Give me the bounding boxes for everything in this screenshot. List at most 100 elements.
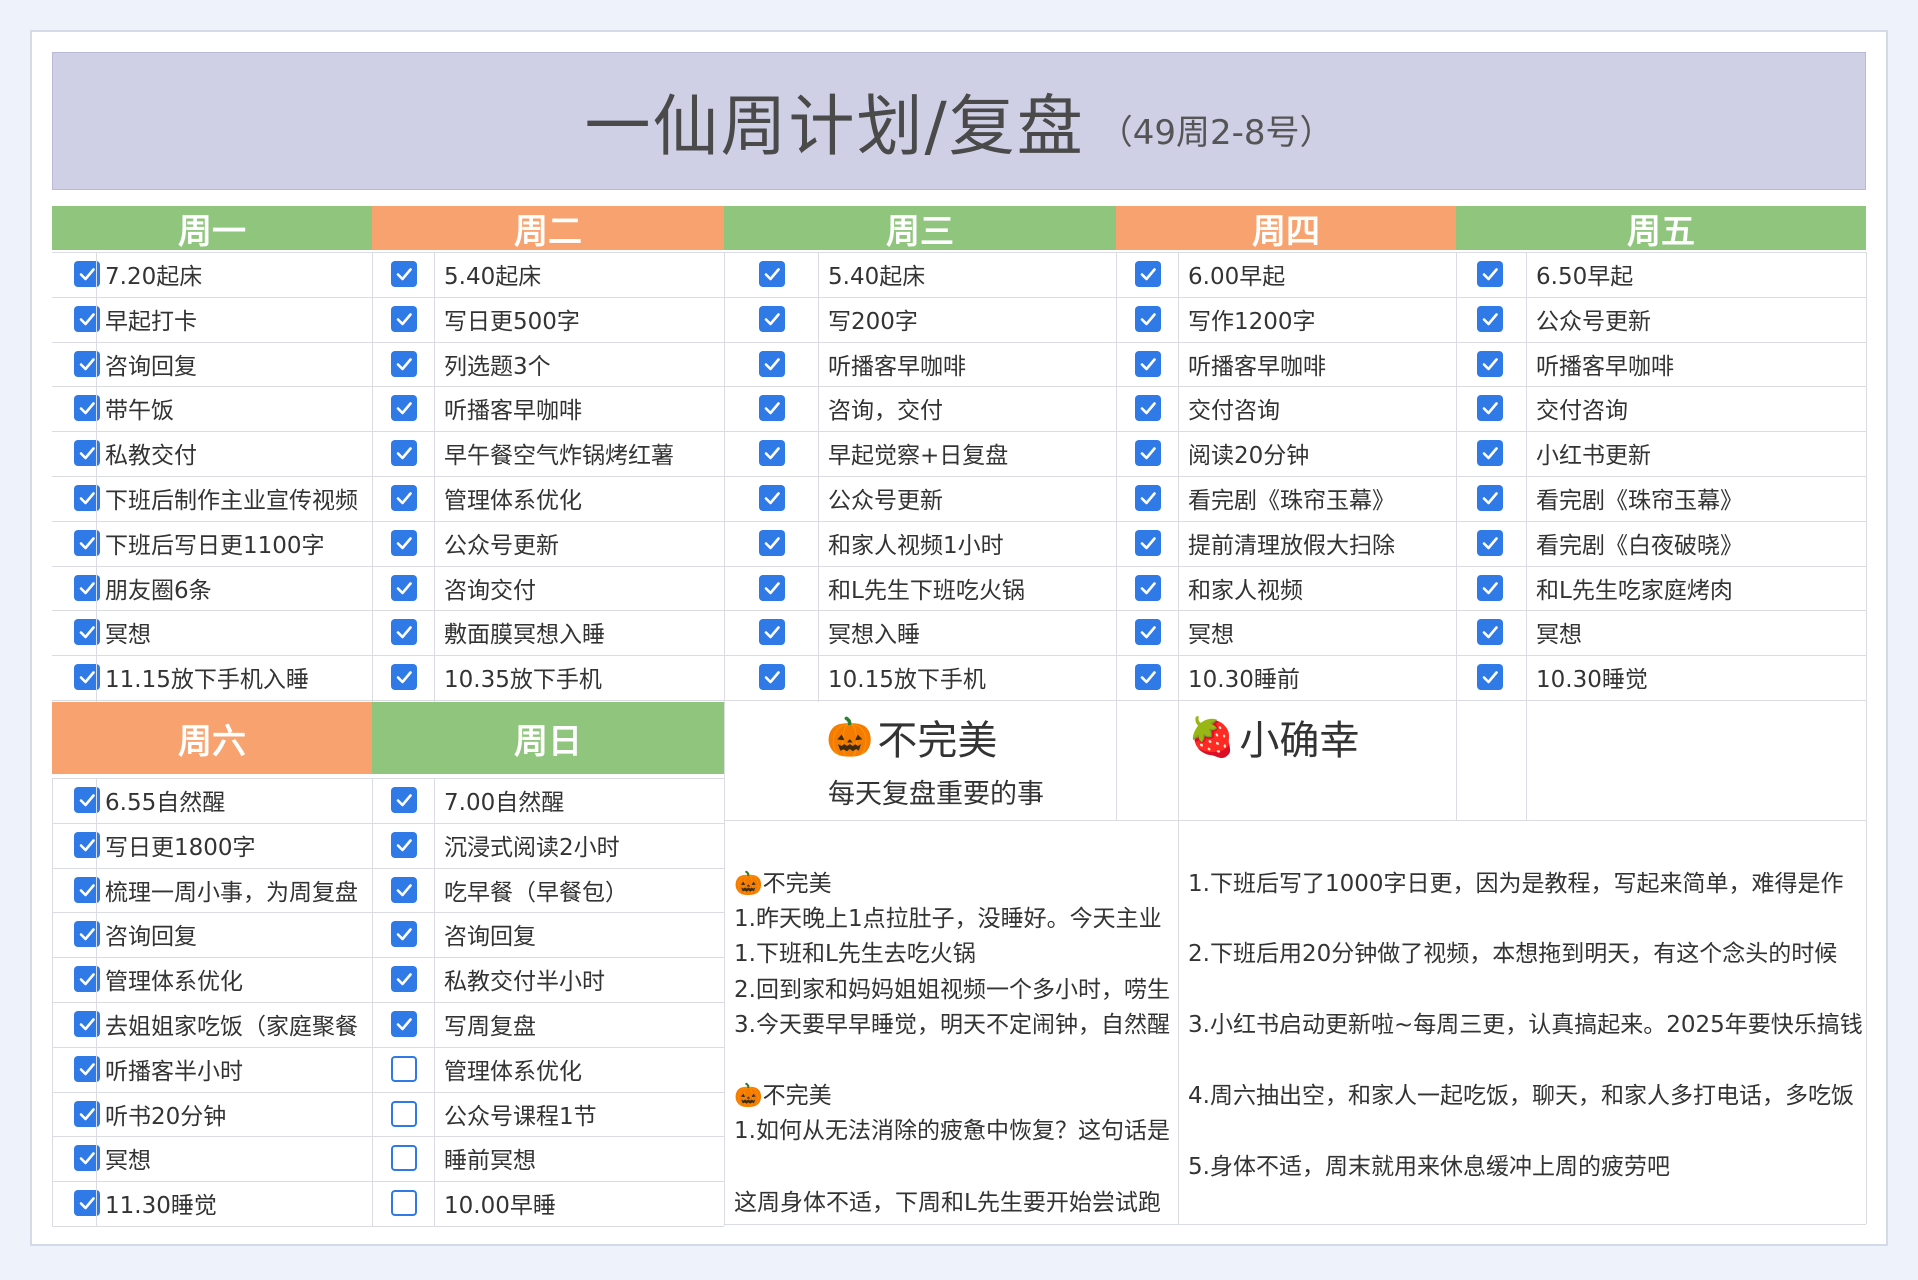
- task-checkbox[interactable]: [391, 1100, 417, 1127]
- task-label: 冥想: [1188, 622, 1234, 649]
- task-label: 私教交付半小时: [444, 969, 605, 996]
- task-checkbox[interactable]: [1135, 350, 1161, 377]
- imperfect-title: 不完美: [877, 718, 998, 764]
- task-checkbox[interactable]: [759, 305, 785, 332]
- happiness-title: 小确幸: [1239, 718, 1360, 764]
- task-checkbox[interactable]: [391, 876, 417, 903]
- grid-line: [52, 386, 1866, 387]
- task-checkbox[interactable]: [391, 966, 417, 993]
- task-label: 7.00自然醒: [444, 790, 565, 816]
- task-checkbox[interactable]: [391, 485, 417, 511]
- task-checkbox[interactable]: [759, 574, 785, 601]
- task-checkbox[interactable]: [1477, 619, 1503, 646]
- grid-line: [52, 778, 724, 779]
- task-checkbox[interactable]: [391, 350, 417, 377]
- task-label: 听播客半小时: [105, 1058, 243, 1085]
- task-checkbox[interactable]: [1477, 574, 1503, 601]
- task-checkbox[interactable]: [1477, 440, 1503, 467]
- task-checkbox[interactable]: [1477, 261, 1503, 287]
- imperfect-line: 1.昨天晚上1点拉肚子，没睡好。今天主业: [734, 906, 1162, 932]
- task-checkbox[interactable]: [391, 619, 417, 646]
- task-checkbox[interactable]: [1135, 261, 1161, 287]
- grid-line: [1178, 820, 1179, 1224]
- grid-line: [1866, 820, 1867, 1224]
- grid-line: [52, 521, 1866, 522]
- task-checkbox[interactable]: [759, 261, 785, 287]
- task-checkbox[interactable]: [759, 619, 785, 646]
- task-label: 公众号更新: [1536, 308, 1651, 335]
- task-label: 私教交付: [105, 443, 197, 470]
- imperfect-block2-title: 🎃不完美: [734, 1083, 832, 1109]
- task-checkbox[interactable]: [391, 529, 417, 556]
- grid-line: [724, 252, 725, 702]
- grid-line: [52, 1136, 724, 1137]
- task-label: 梳理一周小事，为周复盘: [105, 879, 358, 906]
- imperfect-subtitle: 每天复盘重要的事: [828, 779, 1044, 810]
- task-checkbox[interactable]: [391, 261, 417, 287]
- day-header: 周四: [1116, 206, 1456, 252]
- task-label: 咨询回复: [105, 353, 197, 380]
- task-label: 10.35放下手机: [444, 667, 602, 694]
- task-label: 交付咨询: [1536, 398, 1628, 425]
- task-checkbox[interactable]: [1135, 529, 1161, 556]
- task-checkbox[interactable]: [391, 1190, 417, 1217]
- task-checkbox[interactable]: [1477, 395, 1503, 422]
- pumpkin-icon: 🎃: [734, 1083, 763, 1109]
- task-checkbox[interactable]: [759, 350, 785, 377]
- task-label: 冥想入睡: [828, 622, 920, 649]
- task-checkbox[interactable]: [391, 921, 417, 948]
- grid-line: [724, 820, 1866, 821]
- task-label: 早午餐空气炸锅烤红薯: [444, 443, 674, 470]
- strawberry-icon: 🍓: [1188, 714, 1236, 759]
- task-checkbox[interactable]: [391, 664, 417, 691]
- task-label: 写作1200字: [1188, 308, 1316, 335]
- task-label: 阅读20分钟: [1188, 443, 1310, 470]
- task-checkbox[interactable]: [759, 664, 785, 691]
- task-checkbox[interactable]: [391, 787, 417, 813]
- grid-line: [52, 476, 1866, 477]
- task-checkbox[interactable]: [1477, 350, 1503, 377]
- task-checkbox[interactable]: [1477, 305, 1503, 332]
- imperfect-line: 1.下班和L先生去吃火锅: [734, 941, 976, 967]
- task-label: 列选题3个: [444, 353, 551, 380]
- task-checkbox[interactable]: [391, 574, 417, 601]
- day-header: 周日: [372, 702, 724, 774]
- grid-line: [1116, 252, 1117, 702]
- task-label: 管理体系优化: [444, 488, 582, 514]
- task-label: 看完剧《珠帘玉幕》: [1536, 488, 1743, 514]
- grid-line: [434, 778, 435, 1226]
- title-banner: 一仙周计划/复盘 （49周2-8号）: [52, 52, 1866, 190]
- task-label: 看完剧《珠帘玉幕》: [1188, 488, 1395, 514]
- imperfect-block1-title: 🎃不完美: [734, 871, 832, 897]
- task-label: 下班后制作主业宣传视频: [105, 488, 358, 514]
- task-checkbox[interactable]: [1135, 440, 1161, 467]
- task-checkbox[interactable]: [1477, 529, 1503, 556]
- task-label: 小红书更新: [1536, 443, 1651, 470]
- grid-line: [52, 957, 724, 958]
- task-checkbox[interactable]: [759, 529, 785, 556]
- task-label: 写日更1800字: [105, 834, 256, 861]
- task-checkbox[interactable]: [1135, 305, 1161, 332]
- task-checkbox[interactable]: [391, 395, 417, 422]
- task-checkbox[interactable]: [391, 1055, 417, 1082]
- task-checkbox[interactable]: [1135, 485, 1161, 511]
- task-checkbox[interactable]: [1477, 664, 1503, 691]
- task-checkbox[interactable]: [1135, 664, 1161, 691]
- task-checkbox[interactable]: [1135, 619, 1161, 646]
- task-checkbox[interactable]: [391, 440, 417, 467]
- grid-line: [1456, 252, 1457, 702]
- task-checkbox[interactable]: [1135, 574, 1161, 601]
- task-label: 朋友圈6条: [105, 577, 212, 604]
- task-checkbox[interactable]: [759, 440, 785, 467]
- grid-line: [52, 252, 1866, 253]
- task-checkbox[interactable]: [391, 1145, 417, 1172]
- task-label: 11.15放下手机入睡: [105, 667, 309, 694]
- task-checkbox[interactable]: [1477, 485, 1503, 511]
- task-checkbox[interactable]: [759, 395, 785, 422]
- task-checkbox[interactable]: [391, 1011, 417, 1037]
- task-checkbox[interactable]: [391, 831, 417, 858]
- happiness-line: 3.小红书启动更新啦~每周三更，认真搞起来。2025年要快乐搞钱: [1188, 1012, 1863, 1038]
- task-checkbox[interactable]: [391, 305, 417, 332]
- task-checkbox[interactable]: [1135, 395, 1161, 422]
- task-checkbox[interactable]: [759, 485, 785, 511]
